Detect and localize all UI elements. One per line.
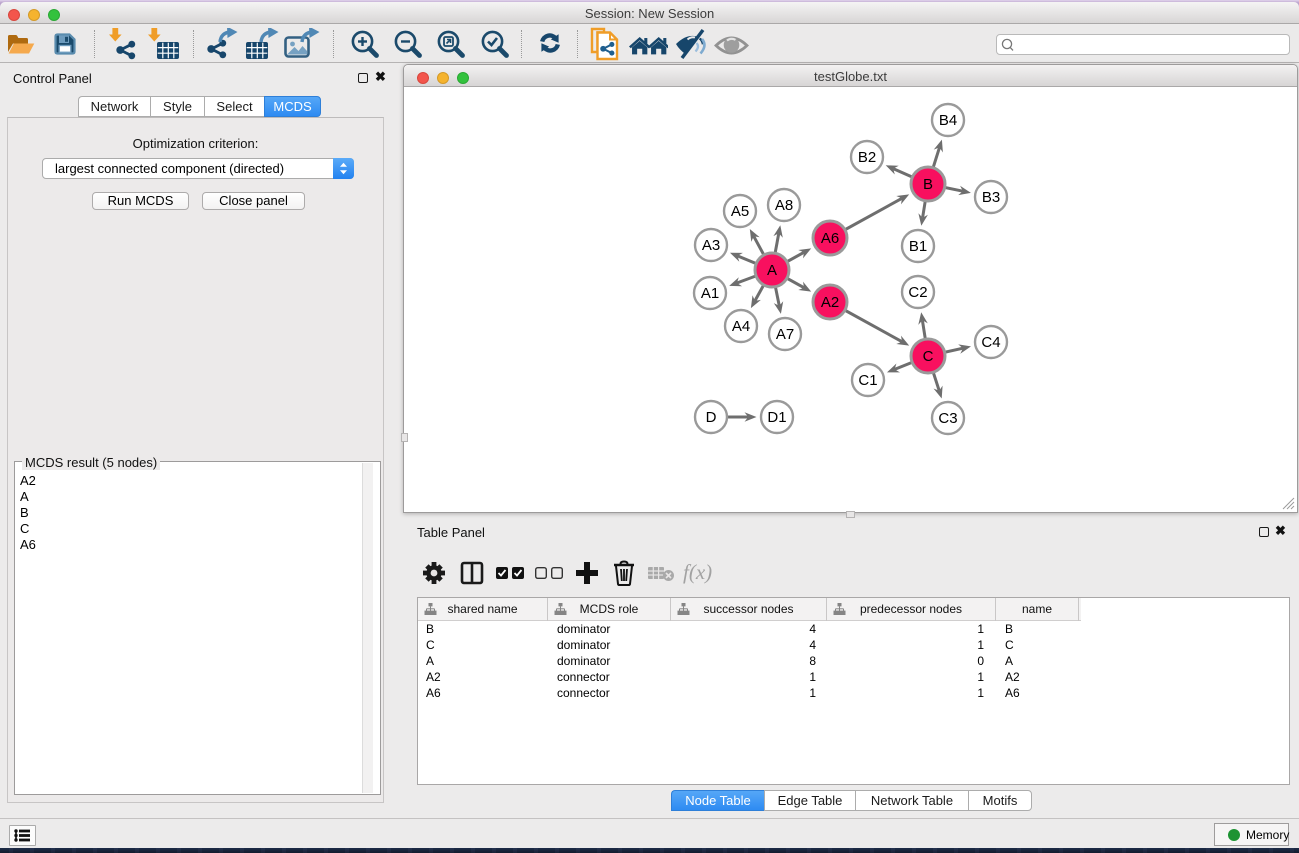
svg-text:B3: B3 [982, 189, 1000, 206]
svg-text:D: D [706, 409, 717, 426]
svg-text:A: A [767, 262, 777, 279]
svg-text:A1: A1 [701, 285, 719, 302]
svg-text:A7: A7 [776, 326, 794, 343]
svg-text:C4: C4 [981, 334, 1000, 351]
svg-text:A5: A5 [731, 203, 749, 220]
svg-text:C3: C3 [938, 410, 957, 427]
svg-text:B2: B2 [858, 149, 876, 166]
svg-text:C: C [923, 348, 934, 365]
svg-text:B: B [923, 176, 933, 193]
svg-text:A8: A8 [775, 197, 793, 214]
svg-text:A6: A6 [821, 230, 839, 247]
svg-text:D1: D1 [767, 409, 786, 426]
svg-text:A3: A3 [702, 237, 720, 254]
svg-text:B1: B1 [909, 238, 927, 255]
svg-text:A4: A4 [732, 318, 750, 335]
svg-text:C2: C2 [908, 284, 927, 301]
svg-text:C1: C1 [858, 372, 877, 389]
svg-text:A2: A2 [821, 294, 839, 311]
svg-text:B4: B4 [939, 112, 957, 129]
